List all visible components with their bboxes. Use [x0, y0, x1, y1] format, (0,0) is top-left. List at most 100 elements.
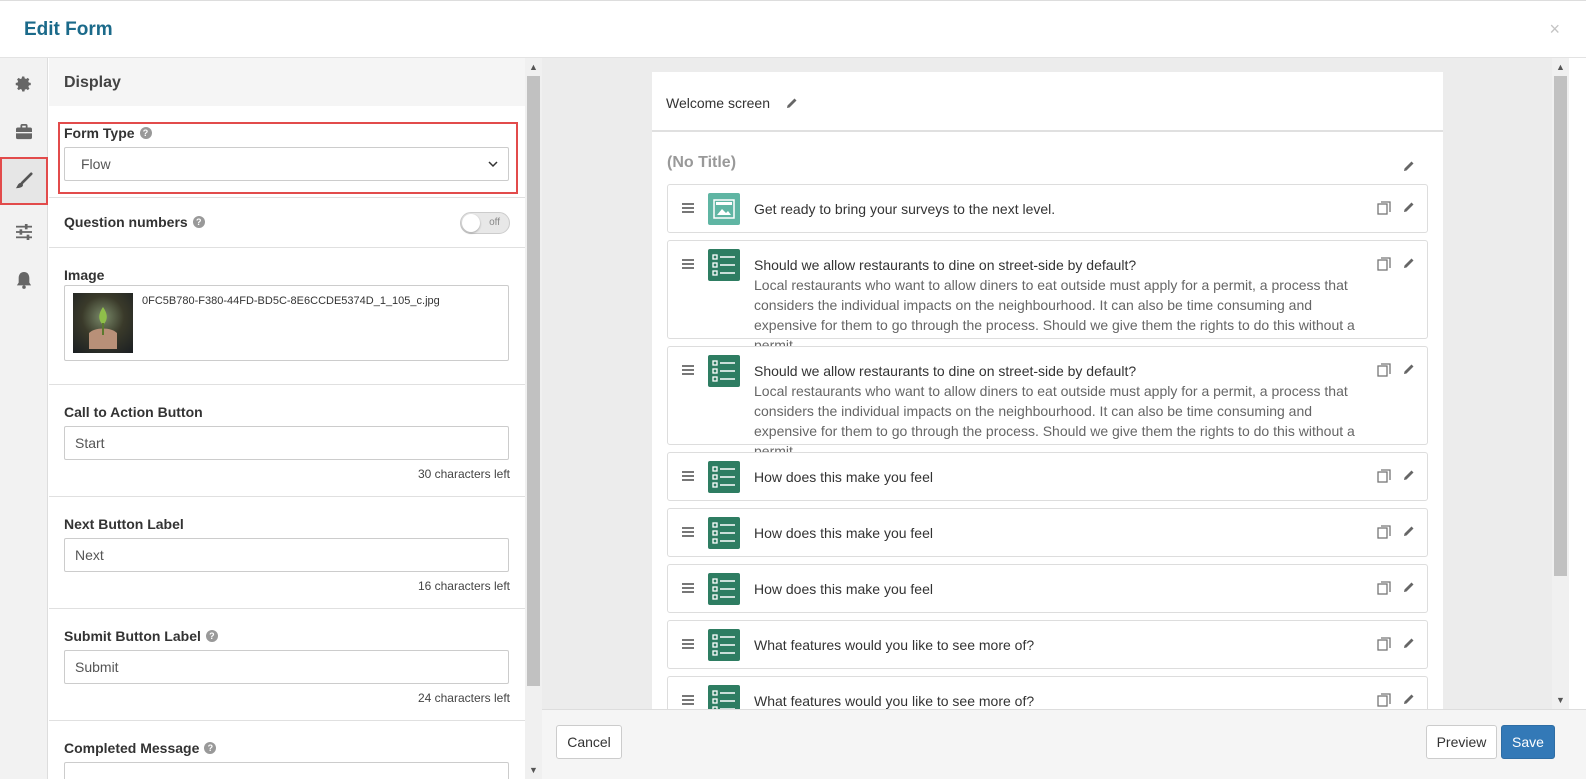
question-item[interactable]: Should we allow restaurants to dine on s…	[667, 240, 1428, 353]
pencil-icon[interactable]	[1403, 469, 1415, 481]
question-item[interactable]: How does this make you feel	[667, 508, 1428, 557]
cancel-button[interactable]: Cancel	[556, 725, 622, 759]
next-button-section: Next Button Label Next 16 characters lef…	[49, 497, 525, 609]
submit-button-section: Submit Button Label? Submit 24 character…	[49, 609, 525, 721]
chevron-down-icon	[488, 160, 498, 167]
image-section: Image 0FC5B780-F380-44FD-BD5C-8E6CCDE537…	[49, 248, 525, 385]
save-button[interactable]: Save	[1501, 725, 1555, 759]
question-item[interactable]: What features would you like to see more…	[667, 676, 1428, 709]
pencil-icon[interactable]	[1403, 525, 1415, 537]
copy-icon[interactable]	[1377, 469, 1391, 483]
question-item[interactable]: How does this make you feel	[667, 452, 1428, 501]
completed-input[interactable]	[64, 762, 509, 779]
copy-icon[interactable]	[1377, 637, 1391, 651]
next-input[interactable]: Next	[64, 538, 509, 572]
copy-icon[interactable]	[1377, 201, 1391, 215]
form-preview-canvas: Welcome screen (No Title) Get ready to b…	[542, 58, 1552, 709]
pencil-icon[interactable]	[1403, 637, 1415, 649]
help-icon[interactable]: ?	[192, 216, 205, 228]
drag-handle-icon[interactable]	[682, 694, 694, 706]
toggle-state: off	[489, 217, 500, 228]
question-title: What features would you like to see more…	[754, 637, 1035, 653]
drag-handle-icon[interactable]	[682, 470, 694, 482]
list-question-icon	[708, 249, 740, 281]
help-icon[interactable]: ?	[139, 127, 152, 139]
preview-button[interactable]: Preview	[1426, 725, 1497, 759]
question-numbers-toggle[interactable]: off	[460, 212, 510, 234]
drag-handle-icon[interactable]	[682, 638, 694, 650]
drag-handle-icon[interactable]	[682, 582, 694, 594]
pencil-icon[interactable]	[1403, 257, 1415, 269]
copy-icon[interactable]	[1377, 581, 1391, 595]
question-text: What features would you like to see more…	[754, 691, 1374, 709]
question-title: How does this make you feel	[754, 469, 933, 485]
form-type-label: Form Type?	[64, 125, 152, 141]
gear-icon[interactable]	[0, 60, 48, 108]
question-text: How does this make you feel	[754, 579, 1374, 599]
scroll-down-icon[interactable]: ▼	[525, 763, 542, 777]
copy-icon[interactable]	[1377, 693, 1391, 707]
question-title: Should we allow restaurants to dine on s…	[754, 363, 1137, 379]
image-upload-box[interactable]: 0FC5B780-F380-44FD-BD5C-8E6CCDE5374D_1_1…	[64, 285, 509, 361]
cta-section: Call to Action Button Start 30 character…	[49, 385, 525, 497]
question-item[interactable]: Should we allow restaurants to dine on s…	[667, 346, 1428, 459]
submit-input[interactable]: Submit	[64, 650, 509, 684]
paintbrush-icon[interactable]	[0, 157, 48, 205]
question-item[interactable]: How does this make you feel	[667, 564, 1428, 613]
form-preview-card: Welcome screen (No Title) Get ready to b…	[652, 72, 1443, 709]
cta-label: Call to Action Button	[64, 404, 203, 420]
scroll-up-icon[interactable]: ▲	[1552, 60, 1569, 74]
dialog-header: Edit Form ×	[0, 0, 1586, 58]
next-counter: 16 characters left	[417, 579, 510, 593]
pencil-icon[interactable]	[1403, 201, 1415, 213]
display-settings-panel: Display Form Type? Flow Question numbers…	[49, 58, 525, 779]
help-icon[interactable]: ?	[205, 630, 218, 642]
question-text: Should we allow restaurants to dine on s…	[754, 361, 1374, 461]
scroll-down-icon[interactable]: ▼	[1552, 693, 1569, 707]
pencil-icon[interactable]	[1403, 160, 1415, 172]
question-text: Should we allow restaurants to dine on s…	[754, 255, 1374, 355]
welcome-screen[interactable]: Welcome screen	[652, 72, 1443, 132]
cta-input[interactable]: Start	[64, 426, 509, 460]
submit-counter: 24 characters left	[417, 691, 510, 705]
question-item[interactable]: Get ready to bring your surveys to the n…	[667, 184, 1428, 233]
scroll-up-icon[interactable]: ▲	[525, 60, 542, 74]
scroll-thumb[interactable]	[1554, 76, 1567, 576]
section-title-text: (No Title)	[667, 154, 737, 171]
form-type-select[interactable]: Flow	[64, 147, 509, 181]
right-scrollbar[interactable]: ▲ ▼	[1552, 58, 1569, 709]
drag-handle-icon[interactable]	[682, 202, 694, 214]
list-question-icon	[708, 517, 740, 549]
pencil-icon[interactable]	[786, 97, 798, 109]
question-title: Should we allow restaurants to dine on s…	[754, 257, 1137, 273]
question-title: How does this make you feel	[754, 525, 933, 541]
welcome-label: Welcome screen	[666, 95, 771, 111]
sliders-icon[interactable]	[0, 208, 48, 256]
copy-icon[interactable]	[1377, 525, 1391, 539]
pencil-icon[interactable]	[1403, 693, 1415, 705]
question-text: Get ready to bring your surveys to the n…	[754, 199, 1374, 219]
question-title: Get ready to bring your surveys to the n…	[754, 201, 1056, 217]
question-text: What features would you like to see more…	[754, 635, 1374, 655]
list-question-icon	[708, 355, 740, 387]
next-label: Next Button Label	[64, 516, 184, 532]
copy-icon[interactable]	[1377, 363, 1391, 377]
pencil-icon[interactable]	[1403, 363, 1415, 375]
list-question-icon	[708, 685, 740, 709]
bell-icon[interactable]	[0, 256, 48, 304]
drag-handle-icon[interactable]	[682, 258, 694, 270]
drag-handle-icon[interactable]	[682, 364, 694, 376]
pencil-icon[interactable]	[1403, 581, 1415, 593]
drag-handle-icon[interactable]	[682, 526, 694, 538]
question-item[interactable]: What features would you like to see more…	[667, 620, 1428, 669]
question-description: Local restaurants who want to allow dine…	[754, 277, 1355, 353]
image-filename: 0FC5B780-F380-44FD-BD5C-8E6CCDE5374D_1_1…	[142, 295, 440, 307]
help-icon[interactable]: ?	[204, 742, 217, 754]
dialog-footer: Cancel Preview Save	[542, 709, 1586, 779]
copy-icon[interactable]	[1377, 257, 1391, 271]
close-icon[interactable]: ×	[1549, 19, 1560, 40]
question-description: Local restaurants who want to allow dine…	[754, 383, 1355, 459]
left-scrollbar[interactable]: ▲ ▼	[525, 58, 542, 779]
scroll-thumb[interactable]	[527, 76, 540, 686]
briefcase-icon[interactable]	[0, 108, 48, 156]
